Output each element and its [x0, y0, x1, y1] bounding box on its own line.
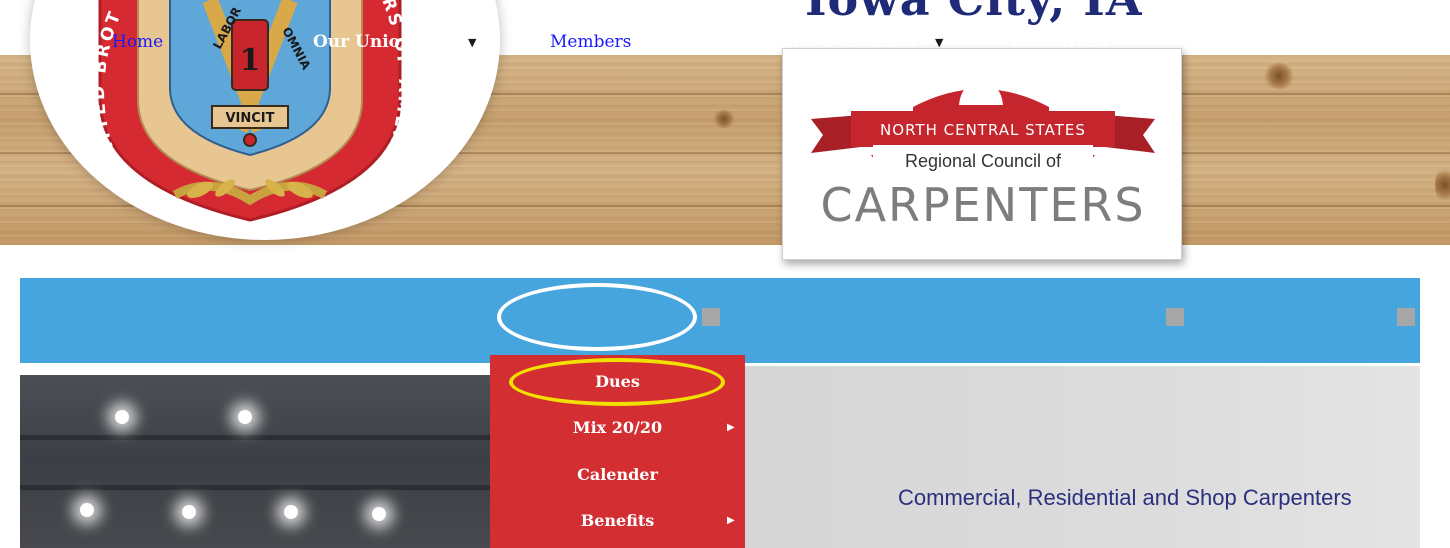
caret-down-icon[interactable]: ▼ [468, 0, 476, 85]
ceiling-light [115, 410, 129, 424]
ceiling-light [372, 507, 386, 521]
hero-photo [20, 375, 500, 548]
council-subtitle: Regional Council of [905, 151, 1062, 171]
hero-panel [745, 366, 1420, 548]
ceiling-light [80, 503, 94, 517]
site-header: Iowa City, IA 1 LABOR OMNIA VINCIT UNITE… [0, 0, 1450, 278]
nav-separator-icon [1397, 308, 1415, 326]
seal-center-mark: 1 [240, 43, 261, 78]
nav-item-our-union[interactable]: Our Union [313, 0, 412, 85]
council-name: CARPENTERS [820, 178, 1145, 232]
dropdown-item-mix-20-20[interactable]: Mix 20/20 [490, 405, 745, 451]
nav-separator-icon [1166, 308, 1184, 326]
highlight-circle-members [497, 283, 697, 351]
nav-item-become-a-member[interactable]: Become a Member [740, 0, 918, 85]
seal-ribbon-vincit: VINCIT [225, 111, 274, 126]
main-nav [20, 278, 1420, 363]
council-banner-text: NORTH CENTRAL STATES [880, 121, 1086, 139]
ceiling-beam [20, 435, 500, 440]
caret-down-icon[interactable]: ▼ [935, 0, 943, 85]
caret-right-icon[interactable]: ▶ [727, 498, 735, 544]
nav-separator-icon [702, 308, 720, 326]
ceiling-light [284, 505, 298, 519]
dropdown-item-benefits[interactable]: Benefits [490, 498, 745, 544]
nav-item-members[interactable]: Members [550, 0, 631, 85]
nav-item-jobsites[interactable]: Jobsites [1240, 0, 1316, 85]
caret-right-icon[interactable]: ▶ [727, 405, 735, 451]
dropdown-item-calender[interactable]: Calender [490, 452, 745, 498]
hero-heading: Commercial, Residential and Shop Carpent… [898, 485, 1352, 510]
wood-knot [1435, 165, 1450, 205]
nav-item-home[interactable]: Home [112, 0, 163, 85]
ceiling-light [182, 505, 196, 519]
ceiling-light [238, 410, 252, 424]
ceiling-beam [20, 485, 500, 490]
nav-item-resources[interactable]: Resources [1010, 0, 1108, 85]
wood-knot [712, 110, 736, 128]
highlight-circle-dues [509, 358, 725, 406]
